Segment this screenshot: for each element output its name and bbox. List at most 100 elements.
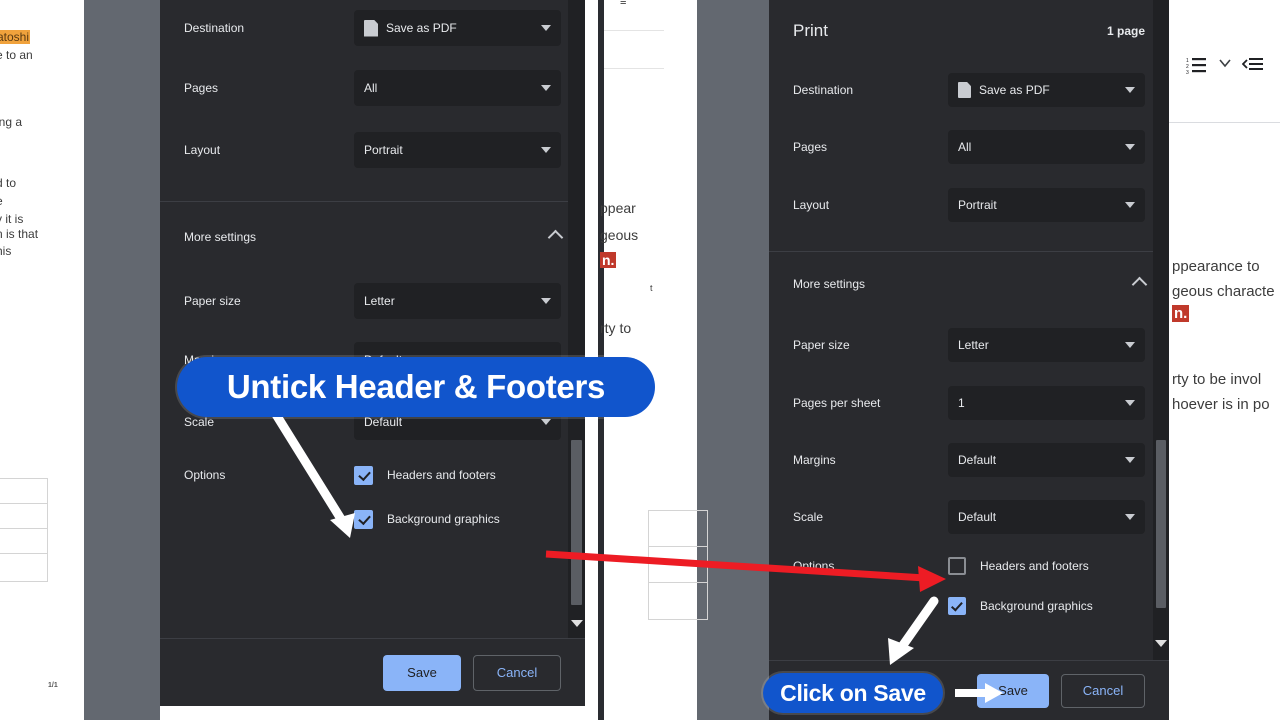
- pages-row: Pages All: [793, 118, 1145, 176]
- margins-label: Margins: [793, 452, 836, 467]
- middle-doc-rule-1: [604, 30, 664, 31]
- middle-doc-line-0: ppear: [600, 200, 636, 216]
- right-dialog-header: Print 1 page: [769, 0, 1169, 62]
- paper-size-value: Letter: [364, 293, 395, 308]
- cancel-button[interactable]: Cancel: [1061, 673, 1145, 708]
- left-doc-line-0: atoshi: [0, 30, 31, 44]
- background-graphics-checkbox[interactable]: [354, 509, 373, 529]
- more-settings-toggle[interactable]: More settings: [184, 202, 564, 272]
- paper-size-value: Letter: [958, 338, 989, 352]
- background-graphics-label: Background graphics: [387, 512, 500, 526]
- layout-select[interactable]: Portrait: [354, 132, 561, 168]
- chevron-down-icon[interactable]: [541, 297, 551, 304]
- chevron-down-icon[interactable]: [1125, 201, 1135, 208]
- chevron-down-icon[interactable]: [1125, 456, 1135, 463]
- highlighted-text: atoshi: [0, 30, 31, 44]
- scroll-down-arrow-icon[interactable]: [1155, 640, 1167, 647]
- destination-label: Destination: [793, 83, 854, 97]
- destination-value: Save as PDF: [386, 21, 457, 35]
- paper-size-row: Paper size Letter: [793, 316, 1145, 374]
- right-dialog-body: Destination Save as PDF Pages All Layout…: [769, 62, 1169, 233]
- background-graphics-checkbox[interactable]: [948, 597, 966, 615]
- headers-and-footers-checkbox[interactable]: [948, 557, 966, 575]
- left-document-page: [0, 0, 84, 706]
- layout-label: Layout: [793, 197, 830, 212]
- middle-doc-line-3: t: [650, 283, 653, 293]
- left-dialog-body: Destination Save as PDF Pages All Layout…: [160, 0, 585, 181]
- middle-doc-line-4: rty to: [600, 320, 632, 336]
- paper-size-select[interactable]: Letter: [354, 282, 561, 319]
- right-dialog-scroll-thumb[interactable]: [1156, 440, 1166, 608]
- chevron-down-icon[interactable]: [1218, 56, 1232, 76]
- left-doc-line-5: e: [0, 194, 3, 208]
- headers-and-footers-label: Headers and footers: [387, 468, 496, 482]
- chevron-down-icon[interactable]: [1125, 144, 1135, 150]
- chevron-up-icon[interactable]: [1131, 276, 1148, 292]
- scale-select[interactable]: Default: [948, 500, 1145, 534]
- page-title: Print: [793, 21, 828, 40]
- more-settings-toggle[interactable]: More settings: [793, 252, 1148, 316]
- right-doc-line-2: n.: [1172, 305, 1190, 322]
- headers-and-footers-checkbox[interactable]: [354, 465, 373, 485]
- left-dialog-scroll-thumb[interactable]: [571, 440, 582, 605]
- right-doc-line-3: rty to be invol: [1172, 371, 1262, 388]
- middle-doc-list-icon-fragment: ≡: [620, 0, 627, 8]
- options-label: Options: [184, 468, 226, 482]
- pages-row: Pages All: [184, 56, 561, 119]
- right-doc-toolbar-rule: [1168, 122, 1280, 123]
- highlighted-text: n.: [600, 252, 617, 268]
- pdf-file-icon: [364, 19, 378, 37]
- cancel-button[interactable]: Cancel: [473, 654, 561, 691]
- background-graphics-checkbox-row[interactable]: Background graphics: [948, 597, 1093, 615]
- layout-value: Portrait: [364, 143, 403, 157]
- save-button[interactable]: Save: [383, 654, 461, 691]
- pages-per-sheet-value: 1: [958, 395, 965, 410]
- pages-select[interactable]: All: [354, 69, 561, 106]
- destination-select[interactable]: Save as PDF: [948, 73, 1145, 107]
- save-button[interactable]: Save: [977, 673, 1049, 708]
- pages-per-sheet-select[interactable]: 1: [948, 385, 1145, 420]
- chevron-down-icon[interactable]: [1125, 399, 1135, 406]
- layout-select[interactable]: Portrait: [948, 187, 1145, 222]
- margins-value: Default: [958, 452, 997, 467]
- scale-label: Scale: [793, 510, 824, 524]
- destination-select[interactable]: Save as PDF: [354, 10, 561, 46]
- paper-size-row: Paper size Letter: [184, 272, 561, 329]
- margins-select[interactable]: Default: [948, 442, 1145, 477]
- options-label: Options: [793, 559, 835, 573]
- chevron-down-icon[interactable]: [541, 419, 551, 425]
- pages-select[interactable]: All: [948, 130, 1145, 164]
- headers-footers-checkbox-row[interactable]: Headers and footers: [948, 557, 1089, 575]
- background-graphics-row: Background graphics: [184, 497, 561, 541]
- page-count-badge: 1 page: [1106, 24, 1145, 38]
- left-doc-line-6: y it is: [0, 212, 24, 226]
- chevron-down-icon[interactable]: [1125, 514, 1135, 520]
- indent-decrease-icon[interactable]: [1241, 56, 1264, 76]
- middle-doc-line-2: n.: [600, 252, 617, 268]
- right-doc-toolbar[interactable]: 1 2 3: [1186, 56, 1264, 76]
- right-doc-line-4: hoever is in po: [1172, 396, 1270, 413]
- chevron-down-icon[interactable]: [541, 147, 551, 153]
- destination-label: Destination: [184, 21, 245, 35]
- left-doc-page-indicator: 1/1: [48, 682, 58, 689]
- print-dialog-left: Destination Save as PDF Pages All Layout…: [160, 0, 585, 706]
- layout-row: Layout Portrait: [184, 119, 561, 181]
- background-graphics-label: Background graphics: [980, 599, 1093, 613]
- svg-text:3: 3: [1186, 70, 1189, 74]
- headers-and-footers-label: Headers and footers: [980, 559, 1089, 573]
- headers-footers-checkbox-row[interactable]: Headers and footers: [354, 465, 496, 485]
- options-row: Options Headers and footers: [793, 546, 1145, 586]
- destination-row: Destination Save as PDF: [184, 0, 561, 56]
- numbered-list-icon[interactable]: 1 2 3: [1186, 56, 1208, 76]
- right-more-settings-body: More settings Paper size Letter Pages pe…: [769, 252, 1169, 626]
- chevron-down-icon[interactable]: [1125, 342, 1135, 348]
- background-graphics-checkbox-row[interactable]: Background graphics: [354, 509, 500, 529]
- chevron-down-icon[interactable]: [541, 25, 551, 31]
- scroll-down-arrow-icon[interactable]: [571, 620, 583, 627]
- left-doc-line-4: d to: [0, 176, 17, 190]
- paper-size-select[interactable]: Letter: [948, 328, 1145, 362]
- chevron-up-icon[interactable]: [547, 229, 564, 245]
- chevron-down-icon[interactable]: [541, 84, 551, 91]
- chevron-down-icon[interactable]: [1125, 87, 1135, 93]
- scale-value: Default: [364, 415, 403, 429]
